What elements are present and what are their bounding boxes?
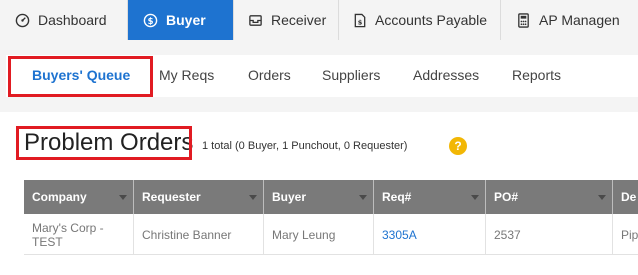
dollar-circle-icon: $ (142, 12, 158, 28)
cell-po-number: 2537 (486, 214, 613, 255)
column-header-buyer[interactable]: Buyer (264, 180, 374, 214)
sort-caret-icon[interactable] (598, 195, 606, 200)
calculator-icon (515, 12, 531, 28)
column-label: De (621, 190, 637, 204)
inbox-icon (248, 12, 263, 28)
column-header-po-number[interactable]: PO# (486, 180, 613, 214)
svg-text:$: $ (147, 15, 153, 25)
tab-receiver[interactable]: Receiver (234, 0, 339, 40)
table-row[interactable]: Mary's Corp - TEST Christine Banner Mary… (24, 214, 638, 255)
invoice-icon: $ (353, 12, 367, 28)
sort-caret-icon[interactable] (471, 195, 479, 200)
tab-label: Receiver (271, 12, 327, 28)
help-icon[interactable]: ? (449, 137, 467, 155)
tab-label: AP Managen (539, 12, 620, 28)
tab-dashboard[interactable]: Dashboard (0, 0, 128, 40)
cell-buyer: Mary Leung (264, 214, 374, 255)
column-label: Buyer (272, 190, 307, 204)
tab-buyer[interactable]: $ Buyer (128, 0, 234, 40)
column-label: PO# (494, 190, 519, 204)
subnav-reports[interactable]: Reports (512, 55, 561, 97)
sort-caret-icon[interactable] (249, 195, 257, 200)
subnav-my-reqs[interactable]: My Reqs (159, 55, 214, 97)
svg-text:$: $ (358, 18, 363, 26)
subnav-addresses[interactable]: Addresses (413, 55, 479, 97)
cell-description: Pip (621, 227, 638, 242)
column-header-requester[interactable]: Requester (134, 180, 264, 214)
column-header-req-number[interactable]: Req# (374, 180, 486, 214)
tab-label: Dashboard (38, 12, 107, 28)
tab-label: Buyer (166, 12, 206, 28)
table-header: Company Requester Buyer Req# PO# De (24, 180, 638, 214)
dashboard-icon (14, 12, 30, 28)
problem-orders-summary: 1 total (0 Buyer, 1 Punchout, 0 Requeste… (202, 140, 408, 152)
highlight-box-title (16, 126, 192, 160)
sort-caret-icon[interactable] (119, 195, 127, 200)
cell-requester: Christine Banner (134, 214, 264, 255)
cell-company: Mary's Corp - TEST (24, 214, 134, 255)
column-label: Requester (142, 190, 201, 204)
column-header-company[interactable]: Company (24, 180, 134, 214)
subnav-orders[interactable]: Orders (248, 55, 291, 97)
tab-ap-management[interactable]: AP Managen (501, 0, 638, 40)
subnav-suppliers[interactable]: Suppliers (322, 55, 380, 97)
sort-caret-icon[interactable] (359, 195, 367, 200)
column-header-description[interactable]: De (613, 180, 638, 214)
tab-label: Accounts Payable (375, 12, 488, 28)
column-label: Company (32, 190, 87, 204)
column-label: Req# (382, 190, 412, 204)
highlight-box-buyers-queue (8, 56, 153, 97)
top-nav: Dashboard $ Buyer Receiver $ Accounts Pa… (0, 0, 638, 40)
tab-accounts-payable[interactable]: $ Accounts Payable (339, 0, 501, 40)
req-number-link[interactable]: 3305A (374, 214, 486, 255)
